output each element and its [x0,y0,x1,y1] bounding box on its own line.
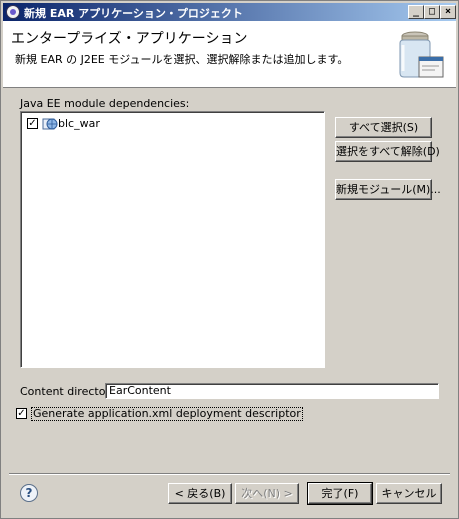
page-description: 新規 EAR の J2EE モジュールを選択、選択解除または追加します。 [15,53,349,66]
select-all-button[interactable]: すべて選択(S) [335,117,432,138]
module-name: blc_war [58,117,100,130]
generate-descriptor-checkbox[interactable]: ✓ [16,408,27,419]
new-module-button[interactable]: 新規モジュール(M)... [335,179,441,200]
modules-label: Java EE module dependencies: [20,97,190,110]
finish-button[interactable]: 完了(F) [307,482,373,505]
module-list[interactable]: ✓ blc_war [20,111,325,368]
footer-separator [9,473,450,475]
close-button[interactable]: × [440,5,456,19]
wizard-banner: エンタープライズ・アプリケーション 新規 EAR の J2EE モジュールを選択… [3,21,456,88]
wizard-jar-icon [399,31,444,78]
deselect-all-button[interactable]: 選択をすべて解除(D) [335,141,440,162]
window-title: 新規 EAR アプリケーション・プロジェクト [24,7,243,20]
next-button[interactable]: 次へ(N) > [235,483,299,504]
cancel-button[interactable]: キャンセル [376,483,442,504]
module-checkbox[interactable]: ✓ [27,118,38,129]
dialog-window: 新規 EAR アプリケーション・プロジェクト _ □ × エンタープライズ・アプ… [0,0,459,519]
help-icon[interactable]: ? [20,484,38,502]
minimize-button[interactable]: _ [408,5,424,19]
content-directory-input[interactable]: EarContent [105,383,439,399]
eclipse-icon [6,5,20,19]
page-title: エンタープライズ・アプリケーション [11,31,248,47]
web-module-icon [42,118,58,130]
title-bar: 新規 EAR アプリケーション・プロジェクト _ □ × [3,3,456,21]
generate-descriptor-label[interactable]: Generate application.xml deployment desc… [31,407,303,421]
maximize-button[interactable]: □ [424,5,440,19]
back-button[interactable]: < 戻る(B) [168,483,232,504]
